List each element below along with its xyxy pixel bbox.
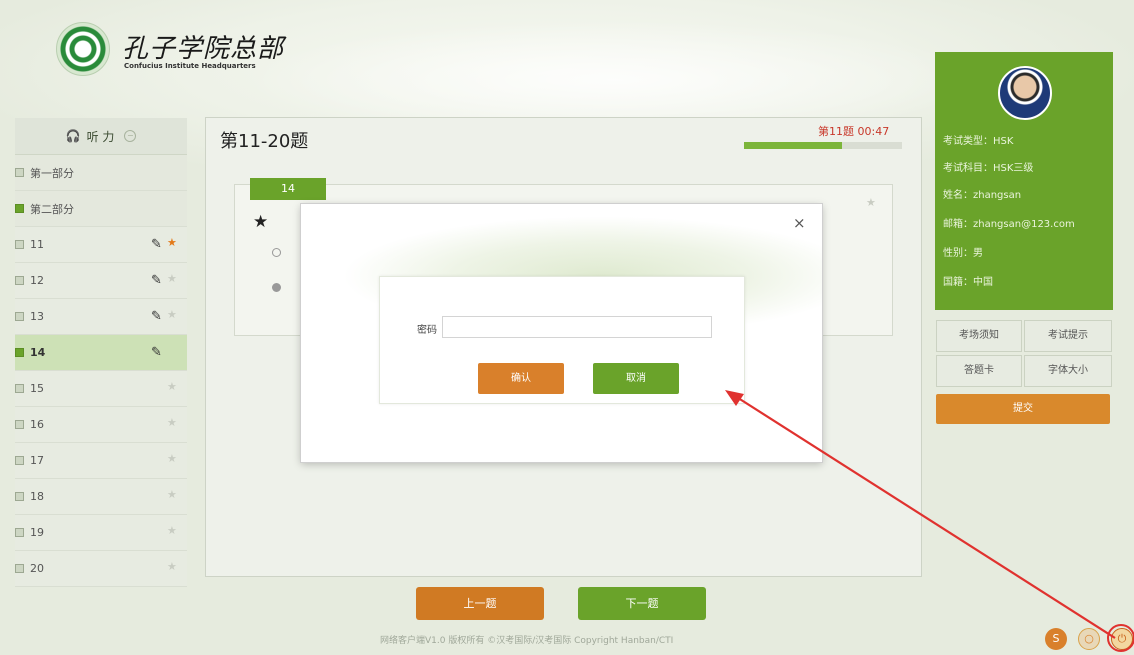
annotation-overlay xyxy=(725,390,1134,652)
annotation-circle xyxy=(1107,624,1134,652)
annotation-arrow-head xyxy=(725,390,744,406)
annotation-arrow xyxy=(734,395,1116,639)
